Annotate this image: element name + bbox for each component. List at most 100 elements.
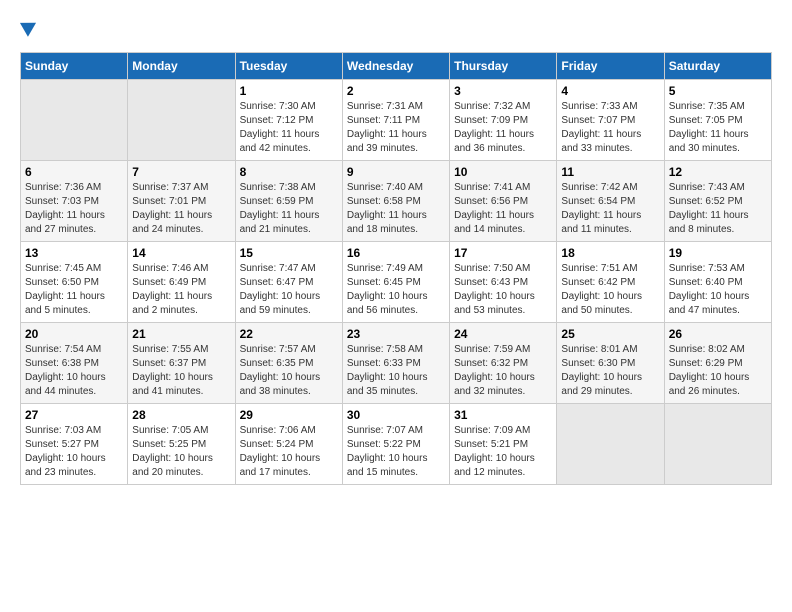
column-header-saturday: Saturday xyxy=(664,53,771,80)
day-info: Sunrise: 7:05 AMSunset: 5:25 PMDaylight:… xyxy=(132,424,230,480)
day-info: Sunrise: 7:03 AMSunset: 5:27 PMDaylight:… xyxy=(25,424,123,480)
day-number: 17 xyxy=(454,246,552,260)
day-info: Sunrise: 7:49 AMSunset: 6:45 PMDaylight:… xyxy=(347,262,445,318)
column-header-monday: Monday xyxy=(128,53,235,80)
day-number: 16 xyxy=(347,246,445,260)
day-number: 1 xyxy=(240,84,338,98)
week-row-4: 20 Sunrise: 7:54 AMSunset: 6:38 PMDayligh… xyxy=(21,323,772,404)
calendar-cell: 5 Sunrise: 7:35 AMSunset: 7:05 PMDaylight… xyxy=(664,80,771,161)
calendar-cell xyxy=(557,404,664,485)
day-number: 11 xyxy=(561,165,659,179)
day-info: Sunrise: 8:01 AMSunset: 6:30 PMDaylight:… xyxy=(561,343,659,399)
day-number: 21 xyxy=(132,327,230,341)
day-info: Sunrise: 7:53 AMSunset: 6:40 PMDaylight:… xyxy=(669,262,767,318)
day-info: Sunrise: 8:02 AMSunset: 6:29 PMDaylight:… xyxy=(669,343,767,399)
day-number: 13 xyxy=(25,246,123,260)
day-number: 26 xyxy=(669,327,767,341)
day-number: 12 xyxy=(669,165,767,179)
week-row-2: 6 Sunrise: 7:36 AMSunset: 7:03 PMDaylight… xyxy=(21,161,772,242)
calendar-cell: 18Sunrise: 7:51 AMSunset: 6:42 PMDayligh… xyxy=(557,242,664,323)
calendar-cell: 19 Sunrise: 7:53 AMSunset: 6:40 PMDayligh… xyxy=(664,242,771,323)
logo-blue-text xyxy=(20,20,38,36)
day-info: Sunrise: 7:07 AMSunset: 5:22 PMDaylight:… xyxy=(347,424,445,480)
calendar-cell: 20 Sunrise: 7:54 AMSunset: 6:38 PMDayligh… xyxy=(21,323,128,404)
day-number: 10 xyxy=(454,165,552,179)
logo xyxy=(20,20,38,36)
calendar-cell xyxy=(21,80,128,161)
day-info: Sunrise: 7:45 AMSunset: 6:50 PMDaylight:… xyxy=(25,262,123,318)
calendar-cell xyxy=(128,80,235,161)
day-info: Sunrise: 7:38 AMSunset: 6:59 PMDaylight:… xyxy=(240,181,338,237)
calendar-cell: 11 Sunrise: 7:42 AMSunset: 6:54 PMDayligh… xyxy=(557,161,664,242)
calendar-cell: 27Sunrise: 7:03 AMSunset: 5:27 PMDayligh… xyxy=(21,404,128,485)
day-number: 8 xyxy=(240,165,338,179)
calendar-table: SundayMondayTuesdayWednesdayThursdayFrid… xyxy=(20,52,772,485)
day-number: 24 xyxy=(454,327,552,341)
day-info: Sunrise: 7:42 AMSunset: 6:54 PMDaylight:… xyxy=(561,181,659,237)
day-number: 30 xyxy=(347,408,445,422)
day-info: Sunrise: 7:47 AMSunset: 6:47 PMDaylight:… xyxy=(240,262,338,318)
day-info: Sunrise: 7:36 AMSunset: 7:03 PMDaylight:… xyxy=(25,181,123,237)
calendar-cell: 2 Sunrise: 7:31 AMSunset: 7:11 PMDaylight… xyxy=(342,80,449,161)
calendar-cell: 7 Sunrise: 7:37 AMSunset: 7:01 PMDaylight… xyxy=(128,161,235,242)
day-info: Sunrise: 7:37 AMSunset: 7:01 PMDaylight:… xyxy=(132,181,230,237)
day-info: Sunrise: 7:32 AMSunset: 7:09 PMDaylight:… xyxy=(454,100,552,156)
day-number: 3 xyxy=(454,84,552,98)
day-info: Sunrise: 7:09 AMSunset: 5:21 PMDaylight:… xyxy=(454,424,552,480)
day-number: 29 xyxy=(240,408,338,422)
day-number: 15 xyxy=(240,246,338,260)
day-number: 20 xyxy=(25,327,123,341)
day-info: Sunrise: 7:31 AMSunset: 7:11 PMDaylight:… xyxy=(347,100,445,156)
calendar-cell: 1 Sunrise: 7:30 AMSunset: 7:12 PMDaylight… xyxy=(235,80,342,161)
calendar-cell: 22Sunrise: 7:57 AMSunset: 6:35 PMDayligh… xyxy=(235,323,342,404)
page-header xyxy=(20,20,772,36)
day-number: 6 xyxy=(25,165,123,179)
day-info: Sunrise: 7:40 AMSunset: 6:58 PMDaylight:… xyxy=(347,181,445,237)
day-number: 2 xyxy=(347,84,445,98)
column-header-tuesday: Tuesday xyxy=(235,53,342,80)
day-info: Sunrise: 7:54 AMSunset: 6:38 PMDaylight:… xyxy=(25,343,123,399)
day-info: Sunrise: 7:35 AMSunset: 7:05 PMDaylight:… xyxy=(669,100,767,156)
calendar-cell: 6 Sunrise: 7:36 AMSunset: 7:03 PMDaylight… xyxy=(21,161,128,242)
day-number: 4 xyxy=(561,84,659,98)
day-info: Sunrise: 7:46 AMSunset: 6:49 PMDaylight:… xyxy=(132,262,230,318)
calendar-cell: 31Sunrise: 7:09 AMSunset: 5:21 PMDayligh… xyxy=(450,404,557,485)
day-number: 7 xyxy=(132,165,230,179)
week-row-3: 13 Sunrise: 7:45 AMSunset: 6:50 PMDayligh… xyxy=(21,242,772,323)
calendar-cell: 14 Sunrise: 7:46 AMSunset: 6:49 PMDayligh… xyxy=(128,242,235,323)
column-header-sunday: Sunday xyxy=(21,53,128,80)
calendar-cell: 25 Sunrise: 8:01 AMSunset: 6:30 PMDayligh… xyxy=(557,323,664,404)
day-info: Sunrise: 7:50 AMSunset: 6:43 PMDaylight:… xyxy=(454,262,552,318)
day-number: 9 xyxy=(347,165,445,179)
column-header-friday: Friday xyxy=(557,53,664,80)
calendar-cell: 4 Sunrise: 7:33 AMSunset: 7:07 PMDaylight… xyxy=(557,80,664,161)
calendar-cell: 17 Sunrise: 7:50 AMSunset: 6:43 PMDayligh… xyxy=(450,242,557,323)
day-info: Sunrise: 7:06 AMSunset: 5:24 PMDaylight:… xyxy=(240,424,338,480)
header-row: SundayMondayTuesdayWednesdayThursdayFrid… xyxy=(21,53,772,80)
day-number: 14 xyxy=(132,246,230,260)
day-number: 5 xyxy=(669,84,767,98)
logo-arrow-icon xyxy=(20,16,40,37)
day-number: 22 xyxy=(240,327,338,341)
calendar-cell: 24 Sunrise: 7:59 AMSunset: 6:32 PMDayligh… xyxy=(450,323,557,404)
day-info: Sunrise: 7:30 AMSunset: 7:12 PMDaylight:… xyxy=(240,100,338,156)
day-info: Sunrise: 7:33 AMSunset: 7:07 PMDaylight:… xyxy=(561,100,659,156)
week-row-1: 1 Sunrise: 7:30 AMSunset: 7:12 PMDaylight… xyxy=(21,80,772,161)
day-number: 25 xyxy=(561,327,659,341)
day-number: 19 xyxy=(669,246,767,260)
calendar-cell: 12Sunrise: 7:43 AMSunset: 6:52 PMDayligh… xyxy=(664,161,771,242)
day-info: Sunrise: 7:41 AMSunset: 6:56 PMDaylight:… xyxy=(454,181,552,237)
column-header-wednesday: Wednesday xyxy=(342,53,449,80)
calendar-cell: 28 Sunrise: 7:05 AMSunset: 5:25 PMDayligh… xyxy=(128,404,235,485)
calendar-cell: 3 Sunrise: 7:32 AMSunset: 7:09 PMDaylight… xyxy=(450,80,557,161)
day-info: Sunrise: 7:51 AMSunset: 6:42 PMDaylight:… xyxy=(561,262,659,318)
day-number: 28 xyxy=(132,408,230,422)
calendar-cell: 9 Sunrise: 7:40 AMSunset: 6:58 PMDaylight… xyxy=(342,161,449,242)
day-info: Sunrise: 7:55 AMSunset: 6:37 PMDaylight:… xyxy=(132,343,230,399)
week-row-5: 27Sunrise: 7:03 AMSunset: 5:27 PMDayligh… xyxy=(21,404,772,485)
calendar-cell: 10 Sunrise: 7:41 AMSunset: 6:56 PMDayligh… xyxy=(450,161,557,242)
calendar-cell: 23Sunrise: 7:58 AMSunset: 6:33 PMDayligh… xyxy=(342,323,449,404)
calendar-cell: 30 Sunrise: 7:07 AMSunset: 5:22 PMDayligh… xyxy=(342,404,449,485)
day-info: Sunrise: 7:59 AMSunset: 6:32 PMDaylight:… xyxy=(454,343,552,399)
calendar-cell xyxy=(664,404,771,485)
